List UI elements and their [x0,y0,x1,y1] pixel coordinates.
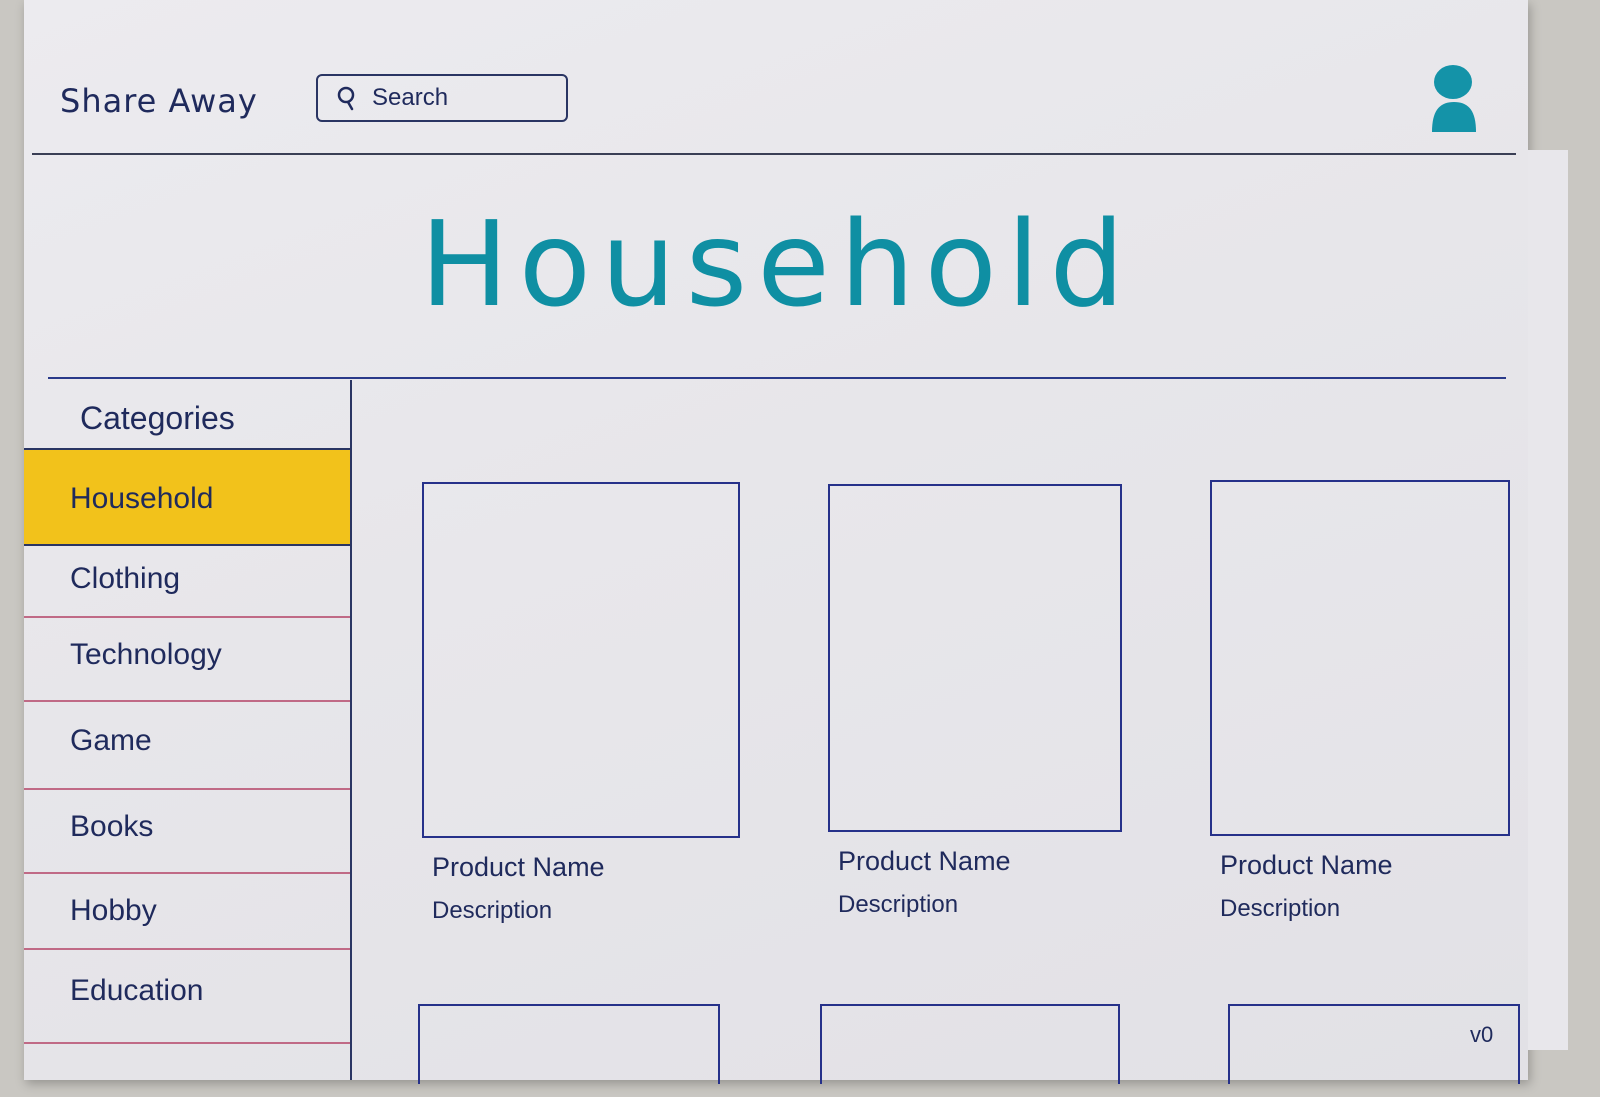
product-card-partial[interactable] [418,1004,720,1084]
category-sidebar: Categories Household Clothing Technology… [24,380,352,1080]
sidebar-item-game[interactable]: Game [24,702,350,790]
product-image-placeholder [1210,480,1510,836]
sidebar-item-hobby[interactable]: Hobby [24,874,350,950]
product-name: Product Name [1220,850,1393,880]
sidebar-item-household[interactable]: Household [24,450,350,546]
sidebar-item-label: Books [70,810,154,843]
sidebar-item-label: Household [70,482,214,515]
sidebar-item-technology[interactable]: Technology [24,618,350,702]
product-description: Description [1220,895,1341,922]
product-image-placeholder [828,484,1122,832]
sidebar-item-label: Clothing [70,562,181,595]
user-avatar-icon[interactable] [1426,62,1482,138]
product-description: Description [432,897,553,924]
brand-logo[interactable]: Share Away [60,82,258,120]
paper-edge [1528,150,1568,1050]
product-name: Product Name [838,846,1011,876]
product-image-placeholder [422,482,740,838]
sidebar-item-education[interactable]: Education [24,950,350,1044]
search-input[interactable]: Search [316,74,568,122]
product-card[interactable]: Product Name Description [828,484,1122,919]
product-card[interactable]: Product Name Description [422,482,740,925]
sidebar-item-label: Technology [70,638,222,671]
search-icon [334,85,360,111]
product-card-partial[interactable] [820,1004,1120,1084]
sidebar-item-label: Hobby [70,894,157,927]
page-title: Household [420,195,1135,333]
product-card[interactable]: Product Name Description [1210,480,1510,923]
product-description: Description [838,891,959,918]
sidebar-item-label: Education [70,974,204,1007]
header-divider [32,153,1516,155]
sidebar-item-label: Game [70,724,152,757]
sidebar-item-clothing[interactable]: Clothing [24,546,350,618]
product-name: Product Name [432,852,605,882]
version-label: v0 [1470,1022,1494,1047]
title-divider [48,377,1506,379]
sidebar-heading: Categories [80,400,235,436]
sidebar-item-books[interactable]: Books [24,790,350,874]
search-placeholder: Search [372,84,449,111]
